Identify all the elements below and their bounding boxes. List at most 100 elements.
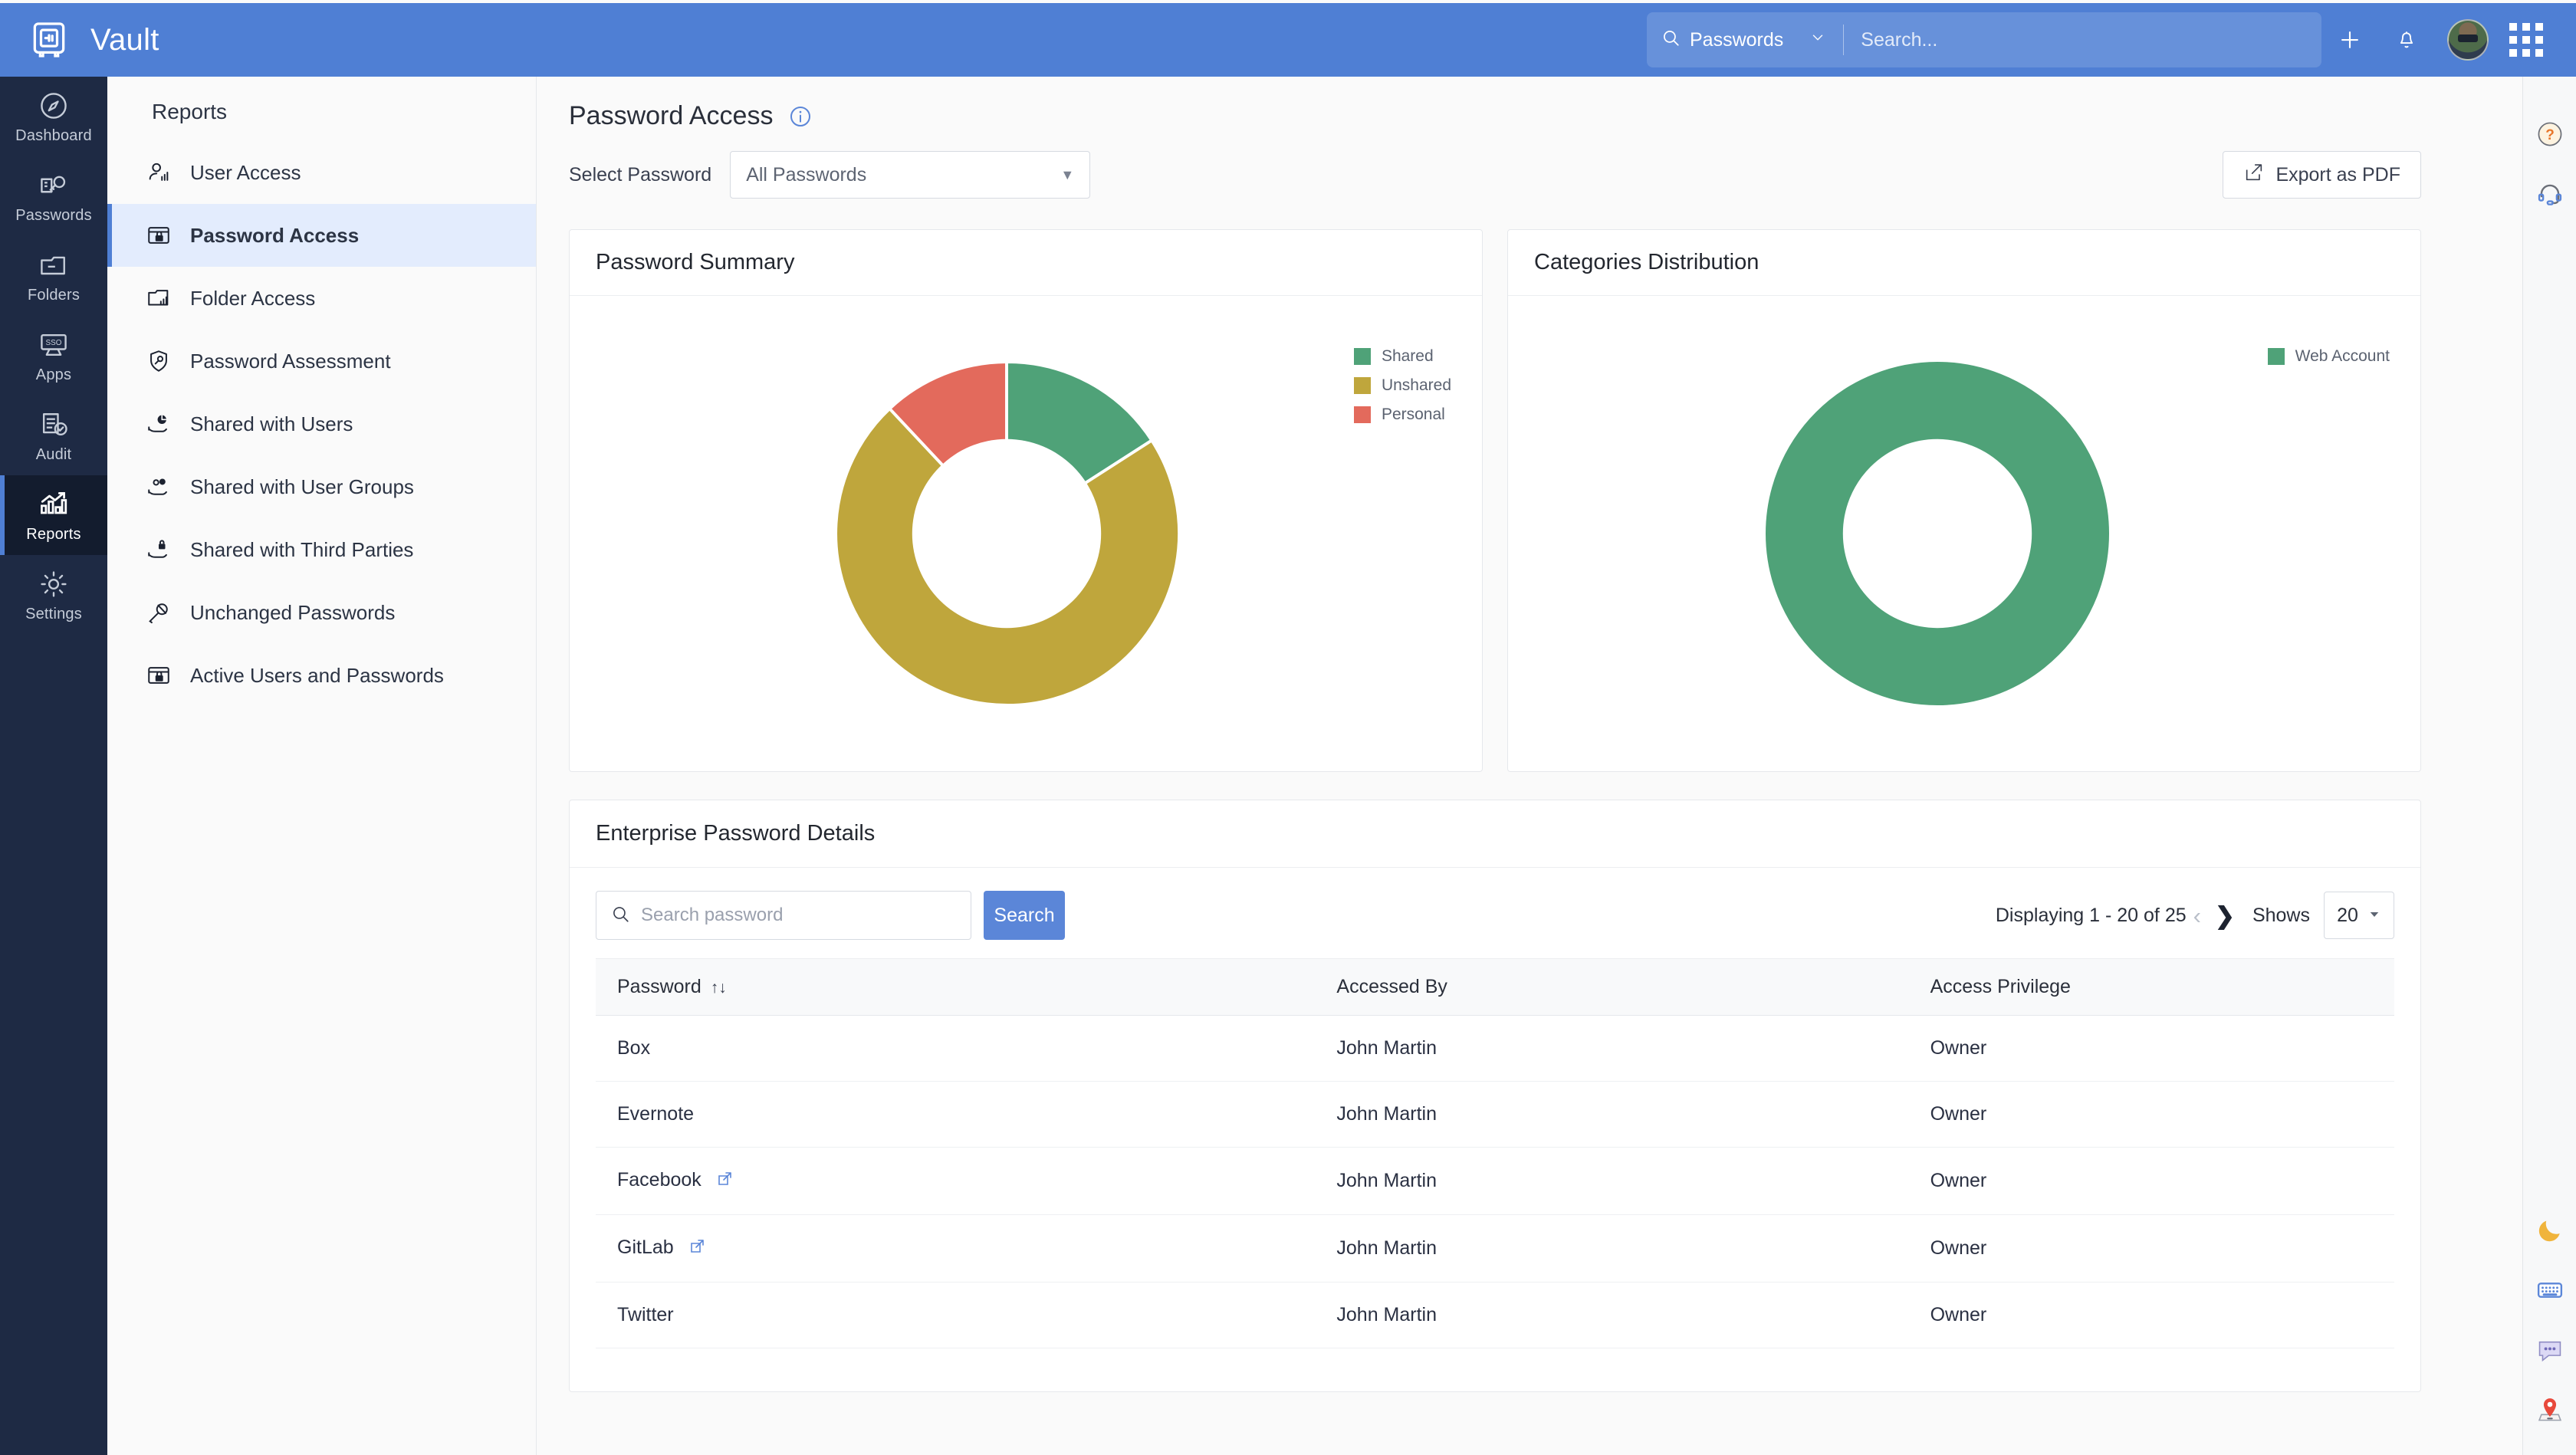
select-password-dropdown[interactable]: All Passwords ▼ — [730, 151, 1091, 199]
cell-password: Box — [596, 1015, 1316, 1082]
info-icon[interactable] — [788, 104, 813, 129]
report-item-user-access[interactable]: User Access — [107, 141, 536, 204]
sidebar-item-audit[interactable]: Audit — [0, 396, 107, 475]
search-input[interactable] — [1861, 28, 2308, 51]
report-item-label: Shared with Users — [190, 412, 353, 435]
table-row[interactable]: Facebook John Martin Owner — [596, 1147, 2394, 1215]
column-header-password[interactable]: Password ↑↓ — [596, 958, 1316, 1016]
cell-accessed-by: John Martin — [1315, 1282, 1909, 1348]
topbar-actions: Passwords — [1647, 11, 2576, 68]
sidebar-item-reports[interactable]: Reports — [0, 475, 107, 555]
avatar[interactable] — [2447, 19, 2489, 61]
legend-swatch-web-account — [2267, 348, 2285, 365]
sidebar-item-passwords[interactable]: Passwords — [0, 156, 107, 236]
compass-icon — [37, 89, 71, 123]
search-password-input[interactable] — [641, 905, 957, 926]
select-password-row: Select Password All Passwords ▼ Export a… — [537, 131, 2522, 199]
headset-support-icon[interactable] — [2523, 164, 2576, 224]
legend-swatch-shared — [1353, 348, 1371, 365]
table-row[interactable]: Evernote John Martin Owner — [596, 1081, 2394, 1148]
page-header: Password Access — [537, 77, 2522, 131]
chat-bubble-icon[interactable] — [2523, 1320, 2576, 1380]
share-user-icon — [146, 411, 172, 437]
grid-apps-icon[interactable] — [2498, 11, 2555, 68]
report-item-password-assessment[interactable]: Password Assessment — [107, 330, 536, 392]
table-toolbar: Search Displaying 1 - 20 of 25 ‹ ❯ Shows… — [570, 868, 2420, 958]
bell-icon[interactable] — [2378, 11, 2435, 68]
pagination-display-text: Displaying 1 - 20 of 25 — [1995, 904, 2187, 926]
categories-distribution-chart: Web Account — [1508, 296, 2420, 771]
divider — [1843, 25, 1845, 55]
brand[interactable]: Vault — [0, 18, 159, 61]
sidebar-item-settings[interactable]: Settings — [0, 555, 107, 635]
export-as-pdf-label: Export as PDF — [2275, 163, 2400, 186]
table-row[interactable]: Box John Martin Owner — [596, 1015, 2394, 1082]
svg-text:SSO: SSO — [46, 339, 62, 347]
keyboard-icon[interactable] — [2523, 1260, 2576, 1320]
chevron-right-icon[interactable]: ❯ — [2208, 904, 2242, 928]
folder-icon — [37, 248, 71, 282]
chevron-down-icon: ▼ — [1060, 166, 1075, 182]
select-password-label: Select Password — [569, 163, 712, 186]
export-as-pdf-button[interactable]: Export as PDF — [2223, 151, 2421, 199]
folder-access-icon — [146, 285, 172, 311]
cell-password: GitLab — [596, 1214, 1316, 1283]
gear-icon — [37, 567, 71, 601]
sidebar-item-folders[interactable]: Folders — [0, 236, 107, 316]
cell-accessed-by: John Martin — [1315, 1015, 1909, 1082]
chevron-left-icon[interactable]: ‹ — [2187, 904, 2208, 928]
report-item-unchanged-passwords[interactable]: Unchanged Passwords — [107, 581, 536, 644]
legend-item[interactable]: Web Account — [2267, 342, 2390, 371]
legend-swatch-personal — [1353, 406, 1371, 423]
sidebar-item-label: Settings — [25, 605, 82, 622]
column-header-access-privilege: Access Privilege — [1908, 958, 2394, 1016]
password-access-icon — [146, 222, 172, 248]
report-item-password-access[interactable]: Password Access — [107, 204, 536, 267]
external-link-icon[interactable] — [716, 1171, 734, 1192]
password-summary-donut — [834, 360, 1181, 707]
sidebar-item-apps[interactable]: SSO Apps — [0, 316, 107, 396]
sort-updown-icon[interactable]: ↑↓ — [711, 979, 727, 997]
report-item-label: Unchanged Passwords — [190, 600, 396, 624]
sidebar-item-dashboard[interactable]: Dashboard — [0, 77, 107, 156]
legend-item[interactable]: Unshared — [1353, 371, 1451, 400]
key-block-icon — [146, 599, 172, 626]
password-summary-card: Password Summary Shared Unshared Persona… — [569, 229, 1483, 772]
table-row[interactable]: GitLab John Martin Owner — [596, 1214, 2394, 1283]
report-item-shared-with-users[interactable]: Shared with Users — [107, 392, 536, 455]
search-password-field[interactable] — [596, 891, 971, 940]
table-card-title: Enterprise Password Details — [570, 800, 2420, 868]
global-search[interactable]: Passwords — [1647, 12, 2321, 67]
moon-darkmode-icon[interactable] — [2523, 1200, 2576, 1260]
report-item-shared-with-user-groups[interactable]: Shared with User Groups — [107, 455, 536, 518]
report-item-label: Password Assessment — [190, 349, 391, 373]
table-body: Box John Martin Owner Evernote John Mart… — [596, 1015, 2394, 1348]
sidebar-item-label: Audit — [35, 445, 72, 463]
external-link-icon[interactable] — [688, 1238, 707, 1260]
table-row[interactable]: Twitter John Martin Owner — [596, 1282, 2394, 1348]
search-category-selector[interactable]: Passwords — [1661, 28, 1826, 53]
report-item-shared-with-third-parties[interactable]: Shared with Third Parties — [107, 518, 536, 581]
cell-access-privilege: Owner — [1908, 1282, 2394, 1348]
left-nav: Dashboard Passwords Folders SSO Apps Aud… — [0, 77, 107, 1455]
sidebar-item-label: Dashboard — [15, 126, 92, 144]
search-icon — [610, 904, 630, 928]
bar-chart-icon — [37, 488, 71, 521]
shows-per-page-dropdown[interactable]: 20 — [2324, 892, 2394, 939]
legend-item[interactable]: Shared — [1353, 342, 1451, 371]
legend-item[interactable]: Personal — [1353, 400, 1451, 429]
report-item-label: Shared with Third Parties — [190, 537, 414, 561]
help-question-icon[interactable]: ? — [2523, 104, 2576, 164]
report-item-active-users-and-passwords[interactable]: Active Users and Passwords — [107, 644, 536, 707]
report-item-folder-access[interactable]: Folder Access — [107, 267, 536, 330]
plus-icon[interactable] — [2321, 11, 2378, 68]
table-header-row: Password ↑↓ Accessed By Access Privilege — [596, 958, 2394, 1016]
categories-distribution-legend: Web Account — [2267, 342, 2390, 371]
search-button[interactable]: Search — [984, 891, 1065, 940]
brand-name: Vault — [90, 22, 159, 57]
password-summary-chart: Shared Unshared Personal — [570, 296, 1482, 771]
right-utility-rail: ? — [2522, 77, 2576, 1455]
map-pin-icon[interactable] — [2523, 1380, 2576, 1440]
password-access-icon — [146, 662, 172, 688]
share-lock-icon — [146, 537, 172, 563]
